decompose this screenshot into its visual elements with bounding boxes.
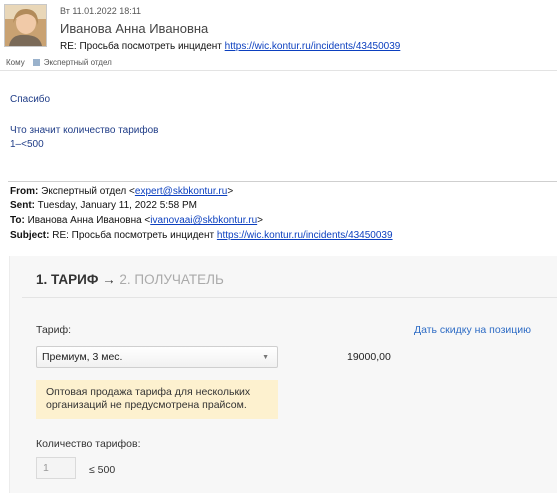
- quoted-to: To: Иванова Анна Ивановна <ivanovaai@skb…: [10, 215, 263, 226]
- warning-line-2: организаций не предусмотрена прайсом.: [46, 399, 247, 411]
- sender-avatar: [4, 4, 47, 47]
- recipient-name[interactable]: Экспертный отдел: [44, 58, 112, 67]
- sender-name[interactable]: Иванова Анна Ивановна: [60, 21, 208, 36]
- to-label: Кому: [6, 58, 25, 67]
- header-divider: [0, 70, 557, 71]
- subject-text: RE: Просьба посмотреть инцидент: [60, 41, 222, 52]
- message-subject: RE: Просьба посмотреть инцидент https://…: [60, 41, 400, 52]
- discount-link[interactable]: Дать скидку на позицию: [414, 324, 531, 336]
- quantity-input[interactable]: 1: [36, 457, 76, 479]
- subject-link[interactable]: https://wic.kontur.ru/incidents/43450039: [225, 41, 401, 52]
- quoted-sent-value: Tuesday, January 11, 2022 5:58 PM: [37, 200, 197, 211]
- step-tariff[interactable]: 1. ТАРИФ: [36, 272, 98, 287]
- quote-divider: [8, 181, 557, 182]
- warning-line-1: Оптовая продажа тарифа для нескольких: [46, 386, 251, 398]
- reply-line-2: Что значит количество тарифов: [10, 125, 159, 136]
- quantity-limit: ≤ 500: [89, 464, 116, 476]
- quoted-to-tail: >: [257, 215, 263, 226]
- steps-divider: [22, 297, 557, 298]
- quoted-from-tail: >: [227, 186, 234, 197]
- quantity-label: Количество тарифов:: [36, 438, 141, 450]
- recipients-row: Кому Экспертный отдел: [6, 58, 112, 67]
- reply-line-1: Спасибо: [10, 94, 51, 105]
- embedded-card: [9, 256, 557, 493]
- tariff-select[interactable]: Премиум, 3 мес. ▼: [36, 346, 278, 368]
- tariff-select-value: Премиум, 3 мес.: [42, 351, 123, 363]
- chevron-down-icon: ▼: [262, 354, 269, 361]
- tariff-label: Тариф:: [36, 324, 72, 336]
- quoted-subject: Subject: RE: Просьба посмотреть инцидент…: [10, 230, 393, 241]
- quoted-subject-link[interactable]: https://wic.kontur.ru/incidents/43450039: [217, 230, 393, 241]
- quoted-subject-text: RE: Просьба посмотреть инцидент: [52, 230, 215, 241]
- quoted-sent-label: Sent:: [10, 200, 35, 211]
- quoted-from-email[interactable]: expert@skbkontur.ru: [135, 186, 227, 197]
- tariff-price: 19000,00: [347, 351, 391, 363]
- contact-group-icon: [32, 59, 40, 66]
- quoted-subject-label: Subject:: [10, 230, 50, 241]
- warning-box: Оптовая продажа тарифа для нескольких ор…: [36, 380, 278, 419]
- quoted-to-email[interactable]: ivanovaai@skbkontur.ru: [150, 215, 257, 226]
- quoted-from-label: From:: [10, 186, 39, 197]
- step-recipient[interactable]: 2. ПОЛУЧАТЕЛЬ: [119, 272, 223, 287]
- quoted-to-label: To:: [10, 215, 25, 226]
- reply-line-3: 1–<500: [10, 139, 44, 150]
- wizard-steps: 1. ТАРИФ → 2. ПОЛУЧАТЕЛЬ: [36, 272, 224, 287]
- quantity-value: 1: [43, 462, 49, 474]
- quoted-from: From: Экспертный отдел <expert@skbkontur…: [10, 186, 233, 197]
- step-arrow-icon: →: [102, 272, 116, 287]
- quoted-from-name: Экспертный отдел <: [41, 186, 135, 197]
- quoted-to-name: Иванова Анна Ивановна <: [27, 215, 151, 226]
- quoted-sent: Sent: Tuesday, January 11, 2022 5:58 PM: [10, 200, 197, 211]
- message-date: Вт 11.01.2022 18:11: [60, 6, 142, 16]
